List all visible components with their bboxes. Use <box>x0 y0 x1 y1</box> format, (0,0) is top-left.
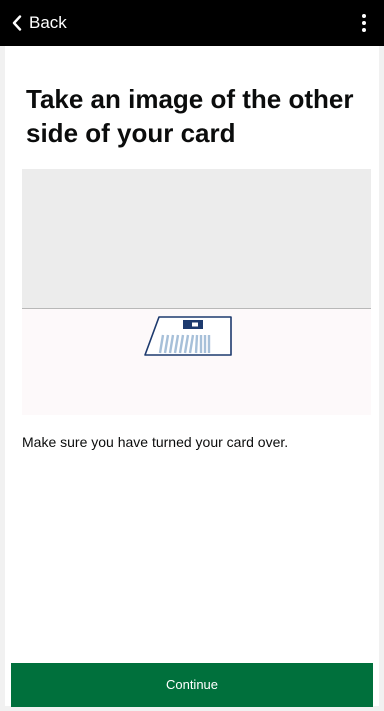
continue-button[interactable]: Continue <box>11 663 373 707</box>
back-label: Back <box>29 13 67 32</box>
back-button[interactable]: Back <box>12 10 67 36</box>
page-title: Take an image of the other side of your … <box>26 84 354 148</box>
more-options-button[interactable] <box>354 10 374 36</box>
id-card-back-icon <box>144 316 232 356</box>
camera-capture-area[interactable] <box>22 169 371 415</box>
more-vertical-icon <box>362 14 366 18</box>
chevron-left-icon <box>12 15 22 31</box>
instruction-text: Make sure you have turned your card over… <box>22 434 289 450</box>
top-bar: Back <box>0 0 384 46</box>
camera-preview <box>22 169 371 309</box>
